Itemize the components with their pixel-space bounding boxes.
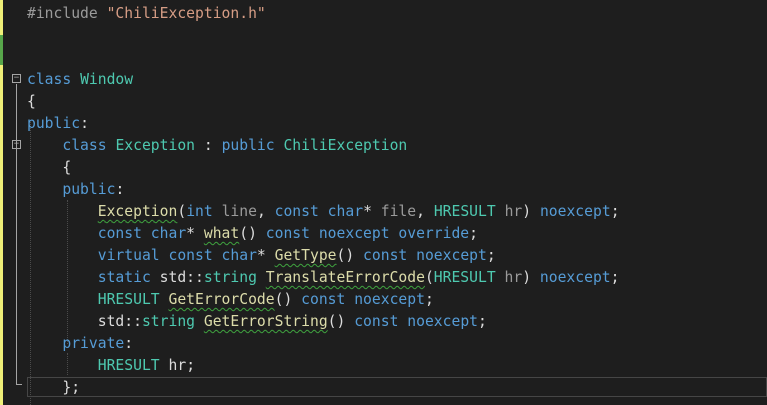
code-token: HRESULT: [97, 291, 169, 308]
change-bar-unsaved: [0, 65, 3, 405]
collapse-icon[interactable]: −: [12, 140, 21, 149]
code-token: *: [256, 247, 275, 264]
code-token: (): [274, 291, 302, 308]
code-token: class: [27, 137, 116, 154]
code-token: ;: [478, 313, 487, 330]
code-line[interactable]: HRESULT GetErrorCode() const noexcept;: [27, 289, 434, 311]
code-token: #include: [27, 5, 107, 22]
code-token: hr: [504, 269, 523, 286]
code-token: const noexcept: [301, 291, 425, 308]
code-token: HRESULT: [433, 203, 505, 220]
code-token: ;: [610, 203, 620, 220]
code-token: class: [27, 71, 81, 88]
code-token: HRESULT: [433, 269, 505, 286]
code-token: static: [27, 269, 160, 286]
code-token: Exception: [115, 137, 196, 154]
code-token: ;: [469, 225, 478, 242]
code-token: HRESULT: [97, 357, 169, 374]
code-token: ::: [186, 269, 204, 286]
code-token: {: [27, 93, 36, 110]
current-line-highlight: [27, 377, 767, 397]
code-token: what: [203, 225, 240, 242]
code-token: (): [239, 225, 266, 242]
code-token: (: [424, 269, 434, 286]
code-token: noexcept: [539, 269, 611, 286]
code-line[interactable]: Exception(int line, const char* file, HR…: [27, 201, 620, 223]
code-token: ): [522, 203, 540, 220]
code-token: ): [522, 269, 540, 286]
code-line[interactable]: std::string GetErrorString() const noexc…: [27, 311, 487, 333]
code-token: :: [80, 115, 89, 132]
code-token: *: [363, 203, 381, 220]
code-line[interactable]: class Window: [27, 69, 133, 91]
code-token: const noexcept: [363, 247, 487, 264]
code-line[interactable]: class Exception : public ChiliException: [27, 135, 407, 157]
code-token: :: [115, 181, 125, 198]
code-token: file: [380, 203, 417, 220]
code-editor[interactable]: − − #include "ChiliException.h" class Win…: [0, 0, 767, 405]
outline-end-tick: [16, 384, 22, 385]
code-token: std: [27, 313, 125, 330]
code-token: ;: [186, 357, 196, 374]
code-token: const char: [27, 225, 187, 242]
code-token: Window: [80, 71, 134, 88]
code-token: {: [27, 159, 72, 176]
code-token: public: [27, 115, 81, 132]
code-token: virtual const char: [27, 247, 257, 264]
code-token: ;: [486, 247, 496, 264]
code-line[interactable]: const char* what() const noexcept overri…: [27, 223, 478, 245]
code-token: string: [141, 313, 204, 330]
code-token: (): [327, 313, 355, 330]
code-token: public: [27, 181, 116, 198]
code-line[interactable]: public:: [27, 179, 124, 201]
code-token: ,: [416, 203, 434, 220]
code-token: (: [177, 203, 187, 220]
code-token: const char: [274, 203, 364, 220]
code-token: };: [27, 379, 81, 396]
code-token: ,: [256, 203, 275, 220]
code-line[interactable]: public:: [27, 113, 89, 135]
code-token: public: [221, 137, 284, 154]
change-bar-saved: [0, 35, 3, 65]
change-bar-unsaved: [0, 0, 3, 35]
collapse-icon[interactable]: −: [12, 74, 21, 83]
code-token: const noexcept: [354, 313, 478, 330]
code-token: line: [221, 203, 257, 220]
code-token: :: [124, 335, 134, 352]
code-token: ChiliException: [283, 137, 408, 154]
code-token: hr: [168, 357, 187, 374]
code-line[interactable]: #include "ChiliException.h": [27, 3, 266, 25]
code-token: ;: [424, 291, 434, 308]
code-token: :: [195, 137, 222, 154]
code-line[interactable]: };: [27, 377, 80, 399]
code-token: (): [336, 247, 364, 264]
code-line[interactable]: {: [27, 157, 71, 179]
outline-line: [16, 84, 17, 384]
code-token: std: [159, 269, 187, 286]
code-token: ::: [124, 313, 142, 330]
code-token: int: [186, 203, 222, 220]
code-token: const noexcept override: [265, 225, 470, 242]
code-token: string: [203, 269, 266, 286]
code-token: Exception: [97, 203, 178, 220]
code-token: noexcept: [539, 203, 611, 220]
code-token: GetErrorCode: [168, 291, 275, 308]
code-token: TranslateErrorCode: [265, 269, 425, 286]
code-token: hr: [504, 203, 523, 220]
code-line[interactable]: {: [27, 91, 36, 113]
code-token: GetErrorString: [203, 313, 328, 330]
code-token: GetType: [274, 247, 337, 264]
code-line[interactable]: HRESULT hr;: [27, 355, 195, 377]
code-token: *: [186, 225, 204, 242]
code-token: "ChiliException.h": [106, 5, 266, 22]
code-line[interactable]: virtual const char* GetType() const noex…: [27, 245, 496, 267]
code-line[interactable]: static std::string TranslateErrorCode(HR…: [27, 267, 620, 289]
code-line[interactable]: private:: [27, 333, 133, 355]
code-token: private: [27, 335, 125, 352]
code-token: ;: [610, 269, 620, 286]
